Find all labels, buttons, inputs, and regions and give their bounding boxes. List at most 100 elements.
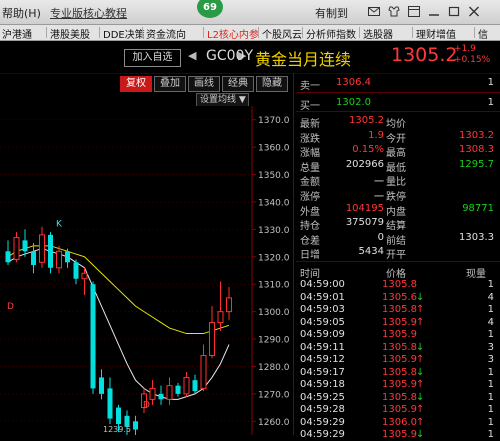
menu-item[interactable]: 分析师指数 [306,26,356,41]
menu-item[interactable]: 港股美股 [50,26,90,41]
stat-value: 1308.3 [459,144,494,156]
y-tick-label: 1360.0 [258,144,290,154]
stat-label: 最低 [386,162,406,174]
stat-row: 日增 5434 开平 [296,246,500,262]
candle-body [166,385,173,400]
y-tick-label: 1290.0 [258,336,290,346]
ticks-header: 时间 价格 现量 [296,265,500,280]
login-status[interactable]: 有制到 [315,5,348,21]
tab-draw-line[interactable]: 画线 [188,76,220,92]
tick-volume: 4 [487,291,494,303]
candlestick-chart[interactable]: 1370.0 1360.0 1350.0 1340.0 1330.0 1320.0 1310… [0,106,293,435]
close-icon[interactable] [468,6,480,17]
menu-item[interactable]: 信 [478,26,488,41]
tick-volume: 1 [487,404,494,415]
tick-volume: 4 [487,316,494,328]
y-tick-label: 1330.0 [258,226,290,236]
title-bar: 帮助(H) 专业版核心教程 69 有制到 [0,0,500,25]
layout-icon[interactable] [408,6,420,17]
menu-separator [258,27,259,38]
tick-time: 04:59:09 [300,329,345,340]
tick-price: 1305.8 [382,304,417,315]
tick-time: 04:59:17 [300,366,345,378]
tick-row: 04:59:05 1305.9 ↑ 4 [296,317,500,329]
ask-label: 卖一 [300,81,320,92]
tick-direction-icon: ↑ [416,404,425,415]
price-change: +1.9 +0.15% [454,44,490,66]
tick-row: 04:59:00 1305.8 1 [296,279,500,291]
tab-overlay[interactable]: 叠加 [154,76,186,92]
notification-badge[interactable]: 69 [197,0,223,18]
menu-bar: 沪港通 港股美股 DDE决策 资金流向 L2核心内参 个股风云 分析师指数 选股器 理财增值 信 [0,25,500,41]
tutorial-link[interactable]: 专业版核心教程 [50,5,127,21]
stat-label: 外盘 [300,206,320,218]
stat-label: 日增 [300,250,320,262]
bid-row: 买一 1302.0 1 [296,97,500,112]
menu-item[interactable]: 个股风云 [262,26,302,41]
mail-icon[interactable] [368,6,380,17]
menu-separator [359,27,360,38]
candle-body [13,237,20,261]
minimize-icon[interactable] [428,6,440,17]
tick-row: 04:59:25 1305.8 ↓ 1 [296,392,500,404]
tick-price: 1305.8 [382,341,417,353]
maximize-icon[interactable] [448,6,460,17]
menu-item[interactable]: 资金流向 [146,26,186,41]
skin-icon[interactable] [388,6,400,17]
bid-price: 1302.0 [336,97,371,108]
stat-label: 前结 [386,235,406,247]
tick-volume: 1 [487,329,494,340]
menu-separator [302,27,303,38]
tick-volume: 1 [487,279,494,290]
tab-hide[interactable]: 隐藏 [256,76,288,92]
stat-row: 持仓 375079 结算 [296,217,500,232]
tick-price: 1305.6 [382,291,417,303]
menu-item[interactable]: L2核心内参 [207,26,259,41]
tick-direction-icon: ↓ [416,391,425,403]
change-value: +1.9 [454,44,476,54]
stat-label: 最新 [300,119,320,130]
tick-price: 1305.8 [382,366,417,378]
tick-time: 04:59:12 [300,354,345,365]
ma-settings-label: 设置均线 [200,95,237,105]
tick-direction-icon: ↓ [416,291,425,303]
help-menu[interactable]: 帮助(H) [2,5,41,21]
stat-value: 5434 [358,246,384,258]
tick-volume: 1 [487,366,494,378]
change-percent: +0.15% [454,55,491,65]
candle-body [158,393,164,400]
candle-body [81,272,88,280]
tick-direction-icon: ↑ [416,354,425,365]
candle-body [149,387,156,400]
tab-restore-rights[interactable]: 复权 [120,76,152,92]
time-header: 时间 [300,269,320,280]
menu-item[interactable]: 理财增值 [416,26,456,41]
add-watchlist-button[interactable]: 加入自选 [124,49,181,67]
tick-row: 04:59:17 1305.8 ↓ 1 [296,367,500,379]
tick-volume: 1 [487,304,494,315]
chart-toolbar: 复权 叠加 画线 经典 隐藏 [120,76,290,92]
y-tick-label: 1300.0 [258,308,290,318]
tick-time: 04:59:28 [300,404,345,415]
tab-classic[interactable]: 经典 [222,76,254,92]
candle-body [22,240,28,252]
stat-value: 1305.2 [349,115,384,126]
candle-body [65,251,70,263]
prev-arrow-icon[interactable]: ◀ [188,49,196,62]
stat-value: 98771 [462,202,494,214]
tick-row: 04:59:29 1305.9 ↓ 1 [296,429,500,441]
stat-label: 总量 [300,162,320,174]
stat-value: 104195 [345,202,384,214]
stat-label: 涨幅 [300,148,320,160]
stat-value: 1303.2 [459,129,494,141]
tick-row: 04:59:01 1305.6 ↓ 4 [296,292,500,304]
menu-item[interactable]: 沪港通 [2,26,32,41]
menu-item[interactable]: 选股器 [363,26,393,41]
menu-item[interactable]: DDE决策 [103,26,145,41]
stat-row: 总量 202966 最低 1295.7 [296,159,500,174]
candle-body [39,234,45,263]
y-tick-label: 1320.0 [258,253,290,263]
tick-price: 1305.9 [382,354,417,365]
stat-label: 开平 [386,250,406,262]
tick-price: 1306.0 [382,416,417,428]
